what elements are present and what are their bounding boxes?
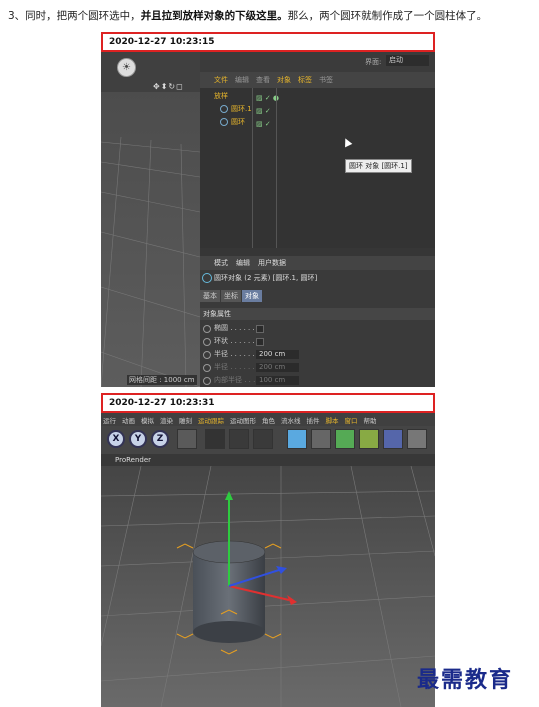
x-axis-lock-button[interactable]: X	[107, 430, 125, 448]
timestamp-2: 2020-12-27 10:23:31	[101, 393, 435, 413]
tree-row[interactable]: 圆环 ▨ ✓	[200, 116, 435, 129]
z-axis-lock-button[interactable]: Z	[151, 430, 169, 448]
tree-row[interactable]: 圆环.1 ▨ ✓	[200, 103, 435, 116]
render-settings-icon[interactable]	[253, 429, 273, 449]
tree-row[interactable]: 放样 ▨ ✓ ●	[200, 90, 435, 103]
keyframe-radio[interactable]	[203, 377, 211, 385]
visibility-flags[interactable]: ▨ ✓	[256, 118, 271, 131]
menu-window[interactable]: 窗口	[345, 415, 358, 425]
screenshot-2: 2020-12-27 10:23:31 运行 动画 模拟 渲染 雕刻 运动跟踪 …	[101, 393, 435, 707]
menu-motion-tracking[interactable]: 运动跟踪	[198, 415, 224, 425]
ring-checkbox[interactable]	[256, 338, 264, 346]
grid-floor	[101, 136, 200, 387]
menu-help[interactable]: 帮助	[364, 415, 377, 425]
floor-icon[interactable]	[407, 429, 427, 449]
menu-mograph[interactable]: 运动图形	[230, 415, 256, 425]
grid-spacing-label: 网格间距 : 1000 cm	[127, 375, 197, 385]
attribute-menu: 模式 编辑 用户数据	[200, 256, 435, 270]
object-menu: 文件 编辑 查看 对象 标签 书签	[200, 72, 435, 88]
tooltip: 圆环 对象 [圆环.1]	[345, 159, 412, 173]
menu-user-data[interactable]: 用户数据	[258, 258, 286, 268]
prop-row: 半径 . . . . . . 200 cm	[200, 361, 435, 374]
screenshot-1: 2020-12-27 10:23:15 ☀ ✥⬍↻◻ 网格间距 : 1000 c…	[101, 32, 435, 387]
menu-animate[interactable]: 动画	[122, 415, 135, 425]
menu-view[interactable]: 查看	[256, 75, 270, 85]
pen-icon[interactable]	[311, 429, 331, 449]
environment-icon[interactable]	[383, 429, 403, 449]
menu-file[interactable]: 文件	[214, 75, 228, 85]
layout-label: 界面:	[365, 58, 382, 66]
column-divider	[252, 88, 253, 248]
inner-radius-field[interactable]: 100 cm	[256, 376, 299, 385]
tab-basic[interactable]: 基本	[200, 290, 220, 302]
y-axis-lock-button[interactable]: Y	[129, 430, 147, 448]
radius-field[interactable]: 200 cm	[256, 350, 299, 359]
menu-bookmarks[interactable]: 书签	[319, 75, 333, 85]
menu-sculpt[interactable]: 雕刻	[179, 415, 192, 425]
viewport-2[interactable]	[101, 466, 435, 707]
render-picture-icon[interactable]	[229, 429, 249, 449]
intro-text: 3、同时，把两个圆环选中，并且拉到放样对象的下级这里。那么，两个圆环就制作成了一…	[8, 10, 488, 22]
prorender-label[interactable]: ProRender	[115, 454, 151, 466]
menu-run[interactable]: 运行	[103, 415, 116, 425]
viewport-1[interactable]: ☀ ✥⬍↻◻ 网格间距 : 1000 cm	[101, 52, 200, 387]
main-menubar: 运行 动画 模拟 渲染 雕刻 运动跟踪 运动图形 角色 流水线 插件 脚本 窗口…	[101, 413, 435, 426]
tree-item-circle[interactable]: 圆环	[231, 116, 245, 129]
watermark-logo: 最需教育	[417, 667, 514, 693]
circle-icon	[220, 105, 228, 113]
tree-item-circle-1[interactable]: 圆环.1	[231, 103, 252, 116]
render-view-icon[interactable]	[205, 429, 225, 449]
column-divider	[276, 88, 277, 248]
prop-row: 椭圆 . . . . . .	[200, 322, 435, 335]
keyframe-radio[interactable]	[203, 351, 211, 359]
subdivision-icon[interactable]	[335, 429, 355, 449]
circle-icon	[220, 118, 228, 126]
prop-row: 环状 . . . . . .	[200, 335, 435, 348]
viewport-subbar: ProRender	[101, 454, 435, 466]
menu-script[interactable]: 脚本	[326, 415, 339, 425]
menu-object[interactable]: 对象	[277, 75, 291, 85]
menu-edit[interactable]: 编辑	[235, 75, 249, 85]
timestamp-1: 2020-12-27 10:23:15	[101, 32, 435, 52]
menu-edit-attr[interactable]: 编辑	[236, 258, 250, 268]
attribute-manager: 模式 编辑 用户数据 圆环对象 (2 元素) [圆环.1, 圆环] 基本 坐标 …	[200, 256, 435, 387]
menu-mode[interactable]: 模式	[214, 258, 228, 268]
attribute-title: 圆环对象 (2 元素) [圆环.1, 圆环]	[200, 273, 435, 283]
prop-row: 内部半径 . . . 100 cm	[200, 374, 435, 387]
layout-select[interactable]: 启动	[386, 55, 429, 66]
deformer-icon[interactable]	[359, 429, 379, 449]
layout-row: 界面: 启动	[200, 52, 435, 72]
section-header: 对象属性	[200, 308, 435, 320]
attribute-tabs: 基本 坐标 对象	[200, 290, 263, 302]
cube-icon[interactable]	[287, 429, 307, 449]
menu-tags[interactable]: 标签	[298, 75, 312, 85]
menu-plugins[interactable]: 插件	[307, 415, 320, 425]
keyframe-radio[interactable]	[203, 338, 211, 346]
radius-field-2[interactable]: 200 cm	[256, 363, 299, 372]
tab-object[interactable]: 对象	[242, 290, 262, 302]
tab-coord[interactable]: 坐标	[221, 290, 241, 302]
prop-row: 半径 . . . . . . 200 cm	[200, 348, 435, 361]
keyframe-radio[interactable]	[203, 364, 211, 372]
main-toolbar: X Y Z	[101, 426, 435, 454]
keyframe-radio[interactable]	[203, 325, 211, 333]
menu-pipeline[interactable]: 流水线	[281, 415, 301, 425]
menu-render[interactable]: 渲染	[160, 415, 173, 425]
coordinate-system-icon[interactable]	[177, 429, 197, 449]
menu-simulate[interactable]: 模拟	[141, 415, 154, 425]
menu-character[interactable]: 角色	[262, 415, 275, 425]
tree-item-loft[interactable]: 放样	[214, 90, 228, 103]
scene-render	[101, 466, 435, 707]
circle-icon	[202, 273, 212, 283]
object-manager: 界面: 启动 文件 编辑 查看 对象 标签 书签 放样 ▨ ✓ ● 圆环.1 ▨…	[200, 52, 435, 387]
ellipse-checkbox[interactable]	[256, 325, 264, 333]
